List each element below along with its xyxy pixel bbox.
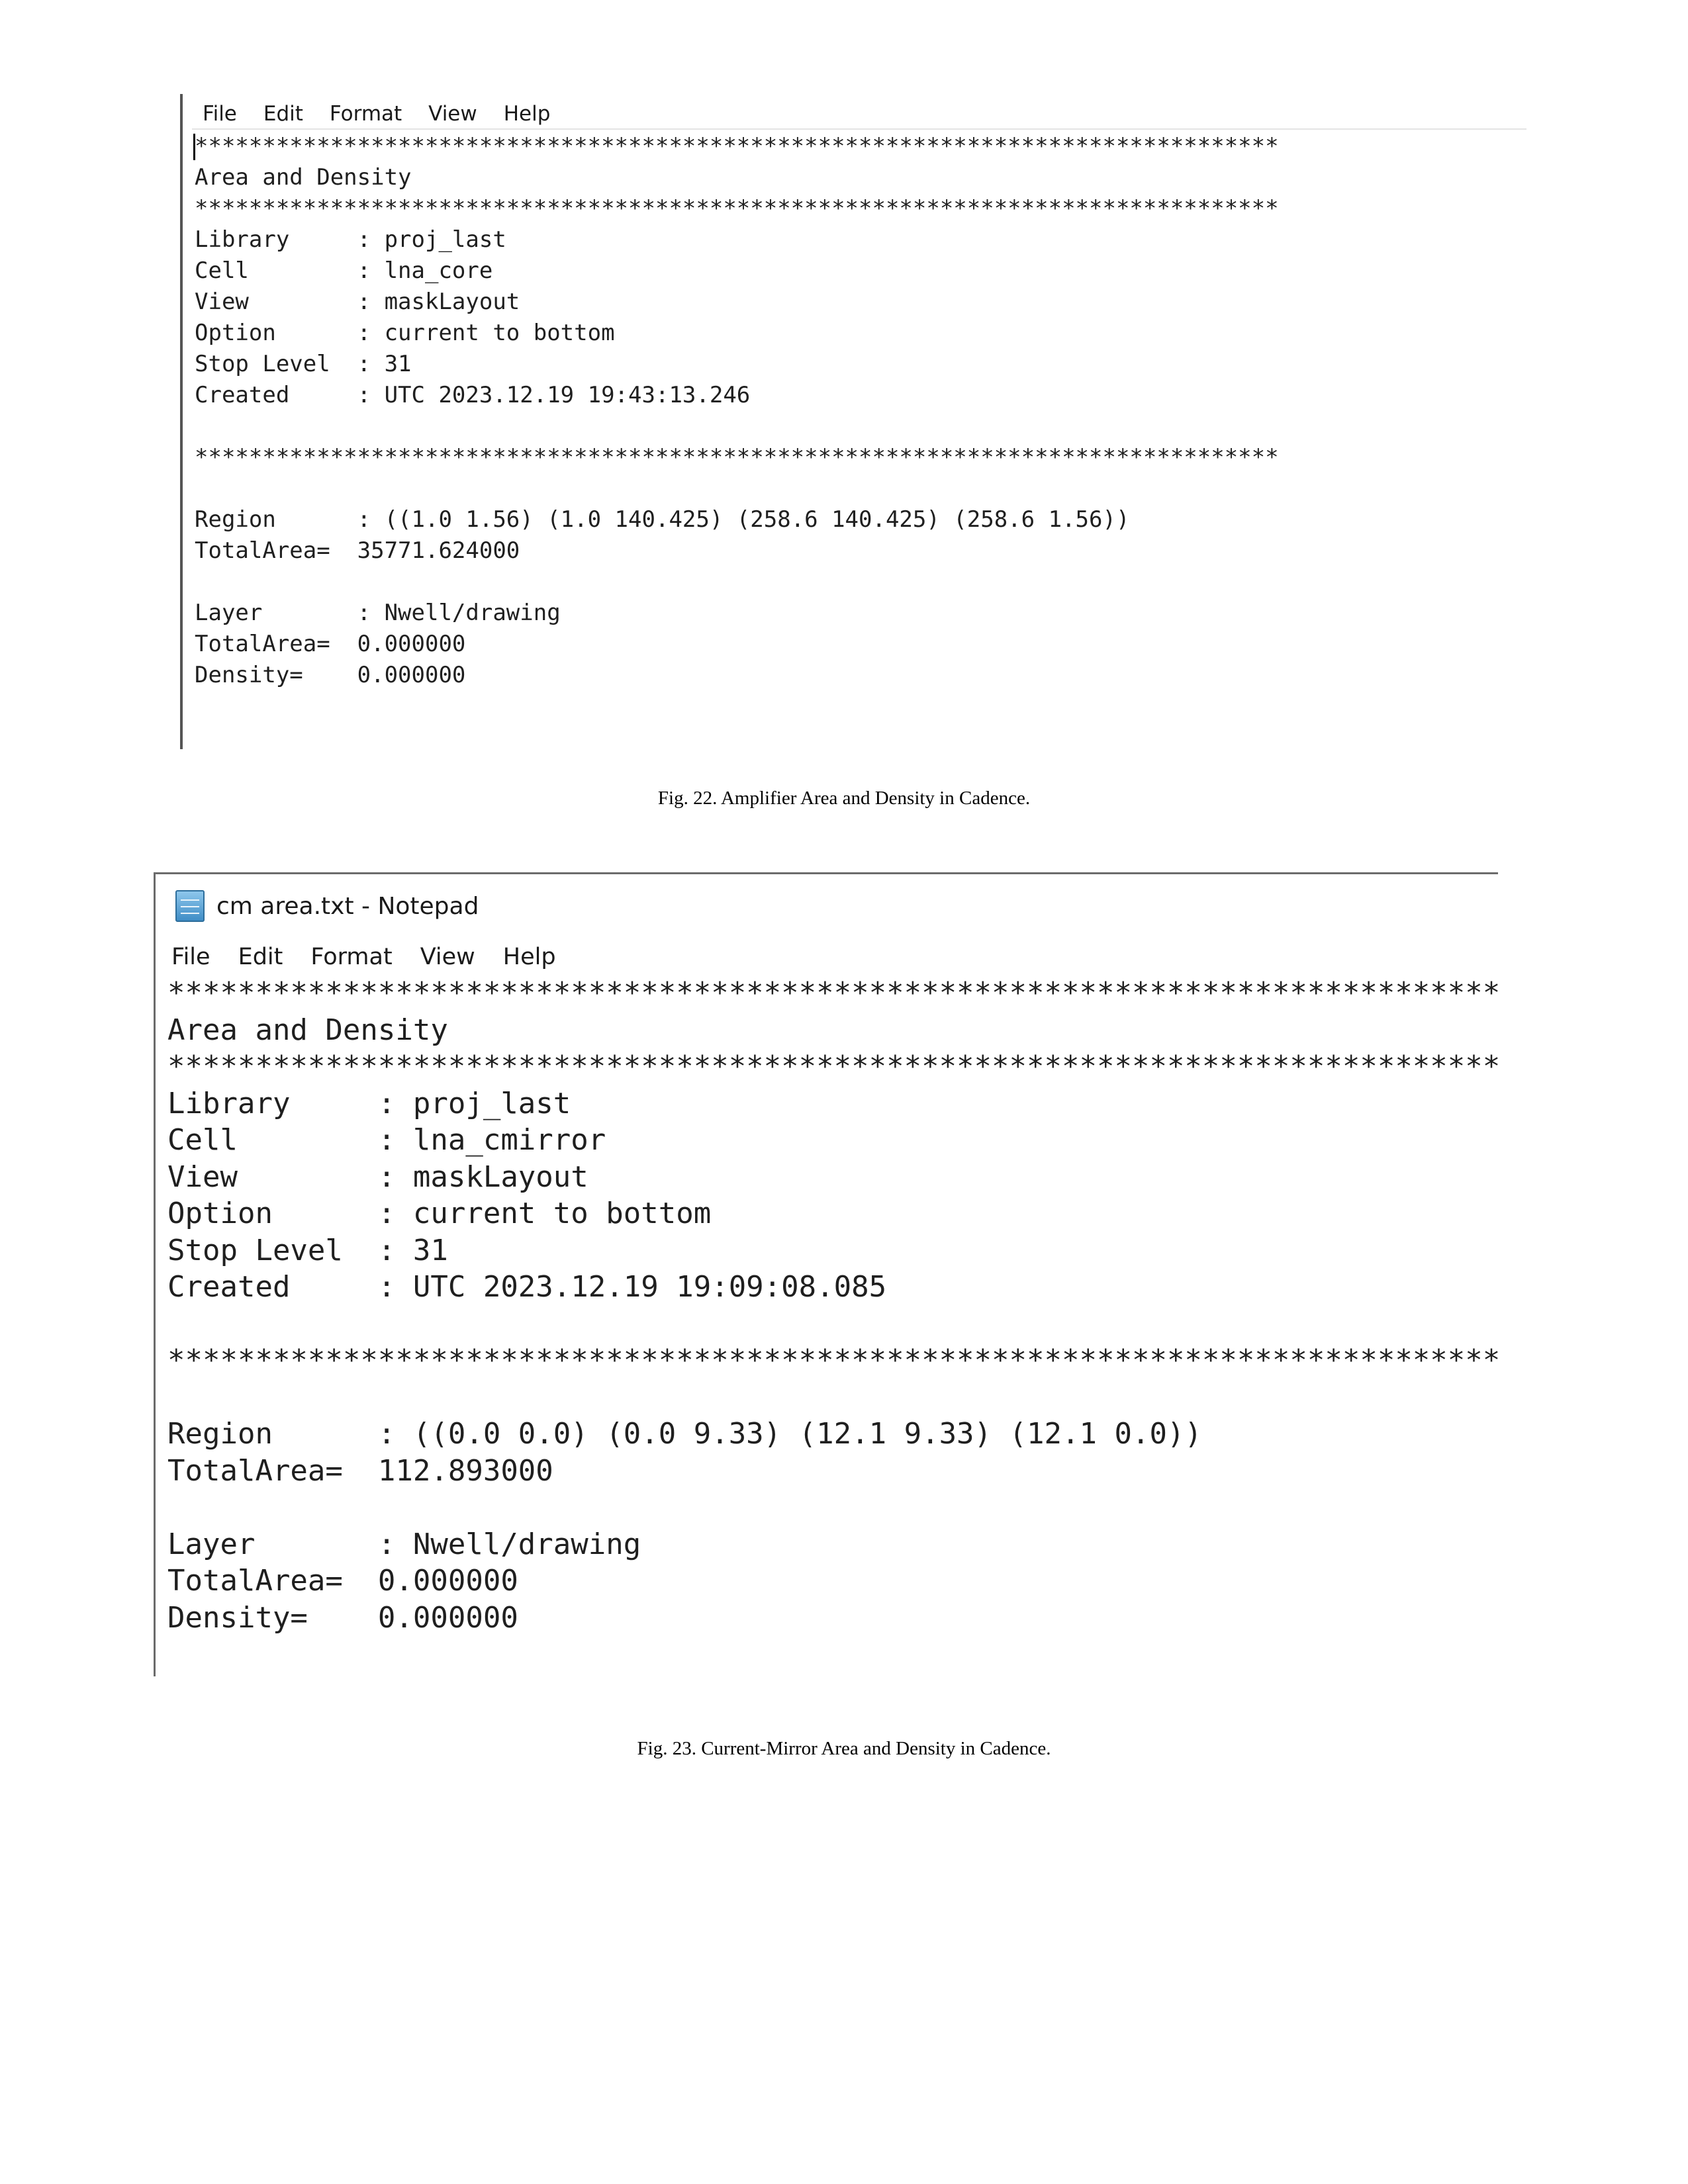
menu-view[interactable]: View <box>420 944 475 970</box>
figure-caption: Fig. 22. Amplifier Area and Density in C… <box>657 788 1031 809</box>
menu-file[interactable]: File <box>171 944 211 970</box>
menu-edit[interactable]: Edit <box>238 944 283 970</box>
menu-edit[interactable]: Edit <box>263 102 303 126</box>
menu-divider <box>192 128 1526 130</box>
menu-help[interactable]: Help <box>504 102 551 126</box>
text-editor-content[interactable]: ****************************************… <box>167 975 1498 1636</box>
window-title-bar: cm area.txt - Notepad <box>175 887 479 925</box>
menu-bar: File Edit Format View Help <box>171 940 556 974</box>
menu-format[interactable]: Format <box>330 102 402 126</box>
menu-view[interactable]: View <box>428 102 477 126</box>
window-title: cm area.txt - Notepad <box>216 892 479 920</box>
text-editor-content[interactable]: ****************************************… <box>195 131 1279 691</box>
menu-format[interactable]: Format <box>310 944 392 970</box>
figure-caption: Fig. 23. Current-Mirror Area and Density… <box>637 1738 1051 1759</box>
menu-bar: File Edit Format View Help <box>203 99 550 128</box>
current-mirror-notepad-screenshot: cm area.txt - Notepad File Edit Format V… <box>154 872 1498 1676</box>
amplifier-notepad-screenshot: File Edit Format View Help *************… <box>180 94 1526 749</box>
menu-help[interactable]: Help <box>503 944 556 970</box>
menu-file[interactable]: File <box>203 102 237 126</box>
notepad-icon <box>175 890 205 922</box>
